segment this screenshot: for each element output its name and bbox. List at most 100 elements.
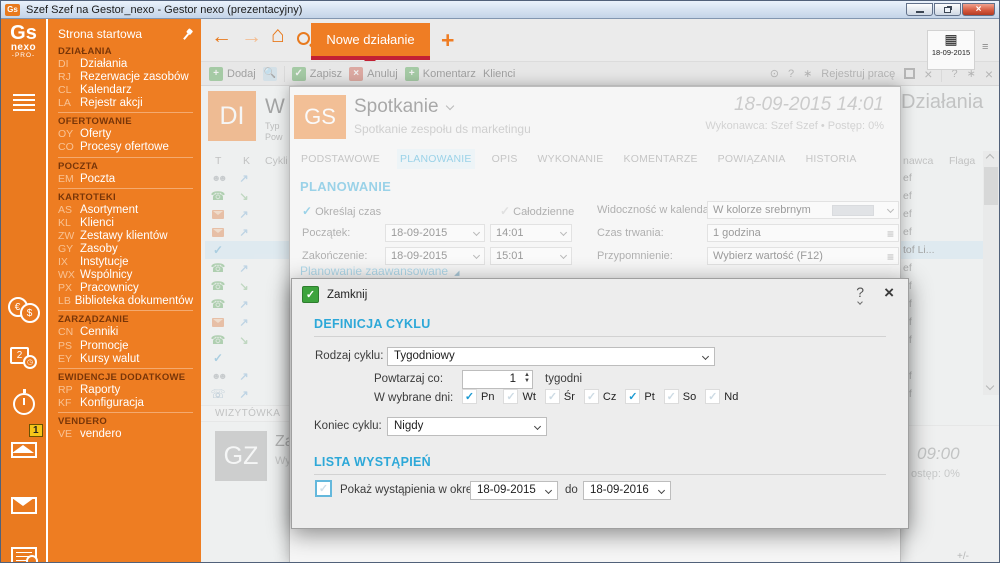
tab-planowanie[interactable]: PLANOWANIE (397, 149, 475, 169)
zakonczenie-date-select[interactable]: 18-09-2015 (385, 247, 485, 265)
tab-historia[interactable]: HISTORIA (803, 149, 860, 169)
plus-minus-control[interactable]: +/- (957, 551, 969, 562)
menu-lines-icon[interactable]: ≡ (887, 226, 894, 242)
table-row[interactable]: ☎↗ (205, 295, 289, 313)
sidebar-item-px[interactable]: PXPracownicy (58, 282, 193, 295)
okres-do-select[interactable]: 18-09-2016 (583, 481, 671, 500)
sidebar-item-strona-startowa[interactable]: Strona startowa (58, 25, 201, 43)
day-checkbox[interactable]: ✓ (545, 389, 560, 404)
okres-od-select[interactable]: 18-09-2015 (470, 481, 558, 500)
widget-menu-icon[interactable]: ≡ (982, 41, 988, 53)
calendar-clock-icon[interactable]: 2◷ (1, 347, 46, 369)
koniec-cyklu-select[interactable]: Nigdy (387, 417, 547, 436)
pin-icon[interactable] (179, 26, 196, 43)
day-checkbox[interactable]: ✓ (664, 389, 679, 404)
column-header-t[interactable]: T (215, 155, 221, 167)
tab-opis[interactable]: OPIS (489, 149, 521, 169)
scroll-up-icon[interactable] (986, 154, 994, 162)
poczatek-time-select[interactable]: 14:01 (490, 224, 572, 242)
list-item[interactable]: ef (899, 277, 983, 295)
table-row[interactable]: ↗ (205, 223, 289, 241)
column-header-flaga[interactable]: Flaga (949, 155, 975, 167)
sidebar-item-ix[interactable]: IXInstytucje (58, 256, 193, 269)
modal-x-button[interactable]: × (884, 283, 894, 303)
day-wt[interactable]: ✓Wt (503, 389, 535, 404)
sidebar-item-lb[interactable]: LBBiblioteka dokumentów (58, 295, 193, 308)
day-checkbox[interactable]: ✓ (625, 389, 640, 404)
sidebar-item-oy[interactable]: OYOferty (58, 128, 193, 141)
day-śr[interactable]: ✓Śr (545, 389, 575, 404)
sidebar-item-gy[interactable]: GYZasoby (58, 243, 193, 256)
day-so[interactable]: ✓So (664, 389, 696, 404)
advanced-planning-link[interactable]: Planowanie zaawansowane (300, 264, 460, 278)
date-widget[interactable]: ▦ 18-09-2015 (927, 30, 975, 70)
list-item[interactable]: ef (899, 385, 983, 403)
day-checkbox[interactable]: ✓ (705, 389, 720, 404)
table-row[interactable]: ✓ (205, 349, 289, 367)
sidebar-item-cl[interactable]: CLKalendarz (58, 84, 193, 97)
column-header-cykl[interactable]: Cykli (265, 155, 288, 167)
sidebar-item-zw[interactable]: ZWZestawy klientów (58, 230, 193, 243)
table-row[interactable]: ☏↗ (205, 385, 289, 403)
modal-close-button[interactable]: ✓ Zamknij (302, 286, 367, 303)
certificate-icon[interactable] (1, 547, 46, 563)
day-pn[interactable]: ✓Pn (462, 389, 494, 404)
sidebar-item-rj[interactable]: RJRezerwacje zasobów (58, 71, 193, 84)
sidebar-item-wx[interactable]: WXWspólnicy (58, 269, 193, 282)
tab-powiązania[interactable]: POWIĄZANIA (715, 149, 789, 169)
minimize-button[interactable] (906, 3, 933, 16)
okreslaj-czas-checkbox[interactable]: ✓ Określaj czas (302, 204, 381, 218)
przypomnienie-field[interactable]: Wybierz wartość (F12)≡ (707, 247, 899, 265)
table-row[interactable]: ☎↗ (205, 259, 289, 277)
mail-icon[interactable] (1, 497, 46, 514)
scrollbar[interactable] (983, 151, 999, 395)
sidebar-item-di[interactable]: DIDziałania (58, 58, 193, 71)
table-row[interactable]: ↗ (205, 313, 289, 331)
menu-hamburger-icon[interactable] (1, 91, 46, 114)
sidebar-item-ey[interactable]: EYKursy walut (58, 353, 193, 366)
day-cz[interactable]: ✓Cz (584, 389, 616, 404)
tab-podstawowe[interactable]: PODSTAWOWE (298, 149, 383, 169)
list-item[interactable]: ef (899, 187, 983, 205)
sidebar-item-em[interactable]: EMPoczta (58, 173, 193, 186)
sidebar-item-cn[interactable]: CNCenniki (58, 326, 193, 339)
table-row[interactable]: ✓ (205, 241, 289, 259)
sidebar-item-as[interactable]: ASAsortyment (58, 204, 193, 217)
rodzaj-cyklu-select[interactable]: Tygodniowy (387, 347, 715, 366)
table-row[interactable]: ☎↘ (205, 331, 289, 349)
menu-lines-icon[interactable]: ≡ (887, 249, 894, 265)
sidebar-item-la[interactable]: LARejestr akcji (58, 97, 193, 110)
list-item[interactable]: ef (899, 295, 983, 313)
chevron-down-icon[interactable] (445, 102, 453, 110)
close-button[interactable]: × (962, 3, 995, 16)
column-header-k[interactable]: K (243, 155, 250, 167)
scroll-down-icon[interactable] (986, 382, 994, 390)
list-item[interactable]: ef (899, 205, 983, 223)
sidebar-item-ve[interactable]: VEvendero (58, 428, 193, 441)
sidebar-item-rp[interactable]: RPRaporty (58, 384, 193, 397)
list-item[interactable] (899, 349, 983, 367)
czas-trwania-field[interactable]: 1 godzina≡ (707, 224, 899, 242)
zakonczenie-time-select[interactable]: 15:01 (490, 247, 572, 265)
list-item[interactable]: ef (899, 313, 983, 331)
list-item[interactable]: ef (899, 259, 983, 277)
list-item[interactable]: ef (899, 169, 983, 187)
day-checkbox[interactable]: ✓ (503, 389, 518, 404)
tab-wykonanie[interactable]: WYKONANIE (535, 149, 607, 169)
sidebar-item-kl[interactable]: KLKlienci (58, 217, 193, 230)
pokaz-checkbox[interactable]: ✓ (315, 480, 332, 497)
mail-open-icon[interactable]: 1 (1, 434, 46, 458)
table-row[interactable]: ☎↘ (205, 277, 289, 295)
list-item[interactable]: ef (899, 331, 983, 349)
list-item[interactable]: ef (899, 223, 983, 241)
stopwatch-icon[interactable] (1, 393, 46, 415)
sidebar-item-kf[interactable]: KFKonfiguracja (58, 397, 193, 410)
restore-button[interactable] (934, 3, 961, 16)
calodzienne-checkbox[interactable]: ✓ Całodzienne (500, 204, 574, 218)
tab-komentarze[interactable]: KOMENTARZE (621, 149, 701, 169)
poczatek-date-select[interactable]: 18-09-2015 (385, 224, 485, 242)
list-item[interactable]: tof Li... (899, 241, 983, 259)
table-row[interactable]: ↗ (205, 205, 289, 223)
day-checkbox[interactable]: ✓ (462, 389, 477, 404)
table-row[interactable]: ☻☻↗ (205, 367, 289, 385)
